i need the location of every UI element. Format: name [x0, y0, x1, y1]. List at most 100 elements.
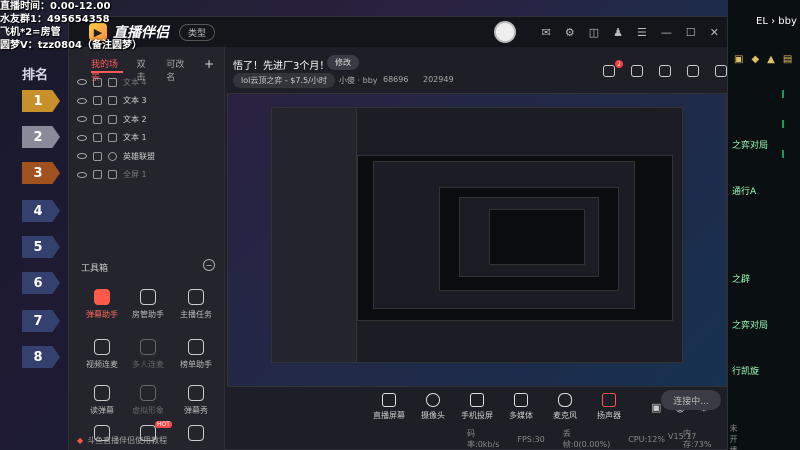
phone-cast-button[interactable]: 手机投屏 [455, 393, 499, 421]
gift-icon[interactable] [603, 65, 615, 77]
scene-item[interactable]: 文本 3 [69, 92, 224, 111]
tab-rename[interactable]: 可改名 [166, 57, 190, 83]
dropped-frames-status: 丢帧:0(0.00%) [562, 429, 611, 449]
title-bar-controls: ✉ ⚙ ◫ ♟ ☰ — ☐ ✕ [493, 21, 719, 43]
preview-panel-2 [271, 107, 357, 363]
stream-preview[interactable] [227, 93, 727, 387]
speaker-button[interactable]: 扬声器 [587, 393, 631, 421]
bottom-toolbar: 直播屏幕 摄像头 手机投屏 多媒体 麦克风 扬声器 ▣ ◉ ⚙ [227, 387, 727, 427]
hot-badge: HOT [155, 421, 172, 428]
screen-icon [108, 170, 117, 180]
bell-icon[interactable] [687, 65, 699, 77]
tab-my-scenes[interactable]: 我的场景 [91, 57, 123, 83]
multimedia-button[interactable]: 多媒体 [499, 393, 543, 421]
close-icon[interactable]: ✕ [710, 26, 719, 39]
minimize-icon[interactable]: — [661, 26, 672, 39]
layout-icon[interactable] [659, 65, 671, 77]
danmaku-icon [94, 289, 110, 305]
title-bar: ▶ 直播伴侣 类型 ✉ ⚙ ◫ ♟ ☰ — ☐ ✕ [69, 17, 727, 47]
tab-double-click[interactable]: 双击 [137, 57, 153, 83]
video-link-icon [94, 339, 110, 355]
overlay-line: 圆梦V：tzz0804（备注圆梦） [0, 40, 142, 51]
mail-icon[interactable]: ✉ [542, 26, 551, 39]
add-scene-button[interactable]: + [204, 57, 214, 73]
record-icon[interactable]: ▣ [651, 401, 661, 414]
tool-multi-link[interactable]: 多人连麦 [123, 339, 173, 370]
category-tag[interactable]: lol云顶之弈 - $7.5/小时 [233, 73, 335, 88]
tool-virtual-avatar[interactable]: 虚拟形象 [123, 385, 173, 416]
tool-danmaku-helper[interactable]: 弹幕助手 [77, 289, 127, 320]
share-icon[interactable] [715, 65, 727, 77]
hot-count: 202949 [423, 75, 454, 84]
scene-item[interactable]: 全屏 1 [69, 166, 224, 185]
stream-title: 悟了！先进厂3个月！ [233, 61, 330, 72]
right-strip-title: EL › bby [756, 16, 797, 27]
settings-icon[interactable]: ⚙ [565, 26, 575, 39]
microphone-button[interactable]: 麦克风 [543, 393, 587, 421]
scene-item[interactable]: 英雄联盟 [69, 147, 224, 166]
scene-item[interactable]: 文本 1 [69, 129, 224, 148]
menu-icon[interactable]: ☰ [637, 26, 647, 39]
lock-icon[interactable] [93, 114, 102, 124]
tool-read-danmaku[interactable]: 读弹幕 [77, 385, 127, 416]
game-icon [108, 151, 117, 161]
text-icon [108, 96, 117, 106]
rank-title: 排名 [22, 68, 49, 83]
toolbox-header: 工具箱 [81, 264, 109, 274]
collapse-icon[interactable]: − [203, 259, 215, 271]
eye-icon[interactable] [77, 116, 87, 123]
maximize-icon[interactable]: ☐ [686, 26, 696, 39]
checklist-icon [188, 289, 204, 305]
tool-room-manager[interactable]: 房管助手 [123, 289, 173, 320]
rank-badge-3: 3 [22, 162, 60, 184]
version-label: V15.17 [668, 432, 697, 441]
app-window: ▶ 直播伴侣 类型 ✉ ⚙ ◫ ♟ ☰ — ☐ ✕ 我的场景 双击 可改名 + [68, 16, 737, 450]
eye-icon[interactable] [77, 79, 87, 86]
screen-capture-button[interactable]: 直播屏幕 [367, 393, 411, 421]
rank-badge-5: 5 [22, 236, 60, 258]
scene-panel: 我的场景 双击 可改名 + 文本 4 文本 3 文本 2 文本 1 英雄联盟 全… [69, 47, 225, 450]
rank-badge-4: 4 [22, 200, 60, 222]
text-icon [108, 133, 117, 143]
user-avatar[interactable] [493, 21, 516, 43]
person-icon [140, 289, 156, 305]
right-strip-line: 行凯旋 [732, 367, 760, 377]
tutorial-link[interactable]: ◆ 斗鱼直播伴侣使用教程 [69, 429, 225, 450]
start-stream-button[interactable]: 连接中... [661, 390, 721, 410]
stream-info-overlay: 直播时间：0.00-12.00 水友群1：495654358 飞机*2=房管 圆… [0, 0, 160, 52]
overlay-line: 飞机*2=房管 [0, 27, 61, 38]
tool-leaderboard[interactable]: 榜单助手 [171, 339, 221, 370]
lock-icon[interactable] [93, 96, 102, 106]
shirt-icon[interactable]: ♟ [613, 26, 623, 39]
scene-item-label: 全屏 1 [123, 170, 147, 180]
lock-icon[interactable] [93, 77, 102, 87]
tool-video-link[interactable]: 视频连麦 [77, 339, 127, 370]
eye-icon[interactable] [77, 97, 87, 104]
tool-host-tasks[interactable]: 主播任务 [171, 289, 221, 320]
right-strip-line: 之弈对局 [732, 141, 769, 151]
scene-item-label: 文本 1 [123, 133, 147, 143]
eye-icon[interactable] [77, 153, 87, 160]
camera-button[interactable]: 摄像头 [411, 393, 455, 421]
download-icon [140, 385, 156, 401]
rank-badge-1: 1 [22, 90, 60, 112]
edit-title-button[interactable]: 修改 [327, 55, 359, 70]
rank-badge-2: 2 [22, 126, 60, 148]
skin-icon[interactable]: ◫ [589, 26, 599, 39]
lock-icon[interactable] [93, 170, 102, 180]
overlay-line: 水友群1：495654358 [0, 14, 110, 25]
live-status: 未开播 [729, 423, 738, 450]
eye-icon[interactable] [77, 134, 87, 141]
download-icon [140, 339, 156, 355]
scene-item[interactable]: 文本 2 [69, 110, 224, 129]
rank-badge-8: 8 [22, 346, 60, 368]
scene-item-label: 文本 3 [123, 96, 147, 106]
eye-icon[interactable] [77, 171, 87, 178]
lock-icon[interactable] [631, 65, 643, 77]
tool-danmaku-show[interactable]: 弹幕秀 [171, 385, 221, 416]
type-button[interactable]: 类型 [179, 23, 216, 41]
lock-icon[interactable] [93, 151, 102, 161]
lock-icon[interactable] [93, 133, 102, 143]
preview-frame-7 [489, 209, 585, 265]
scene-item-label: 文本 2 [123, 114, 147, 124]
